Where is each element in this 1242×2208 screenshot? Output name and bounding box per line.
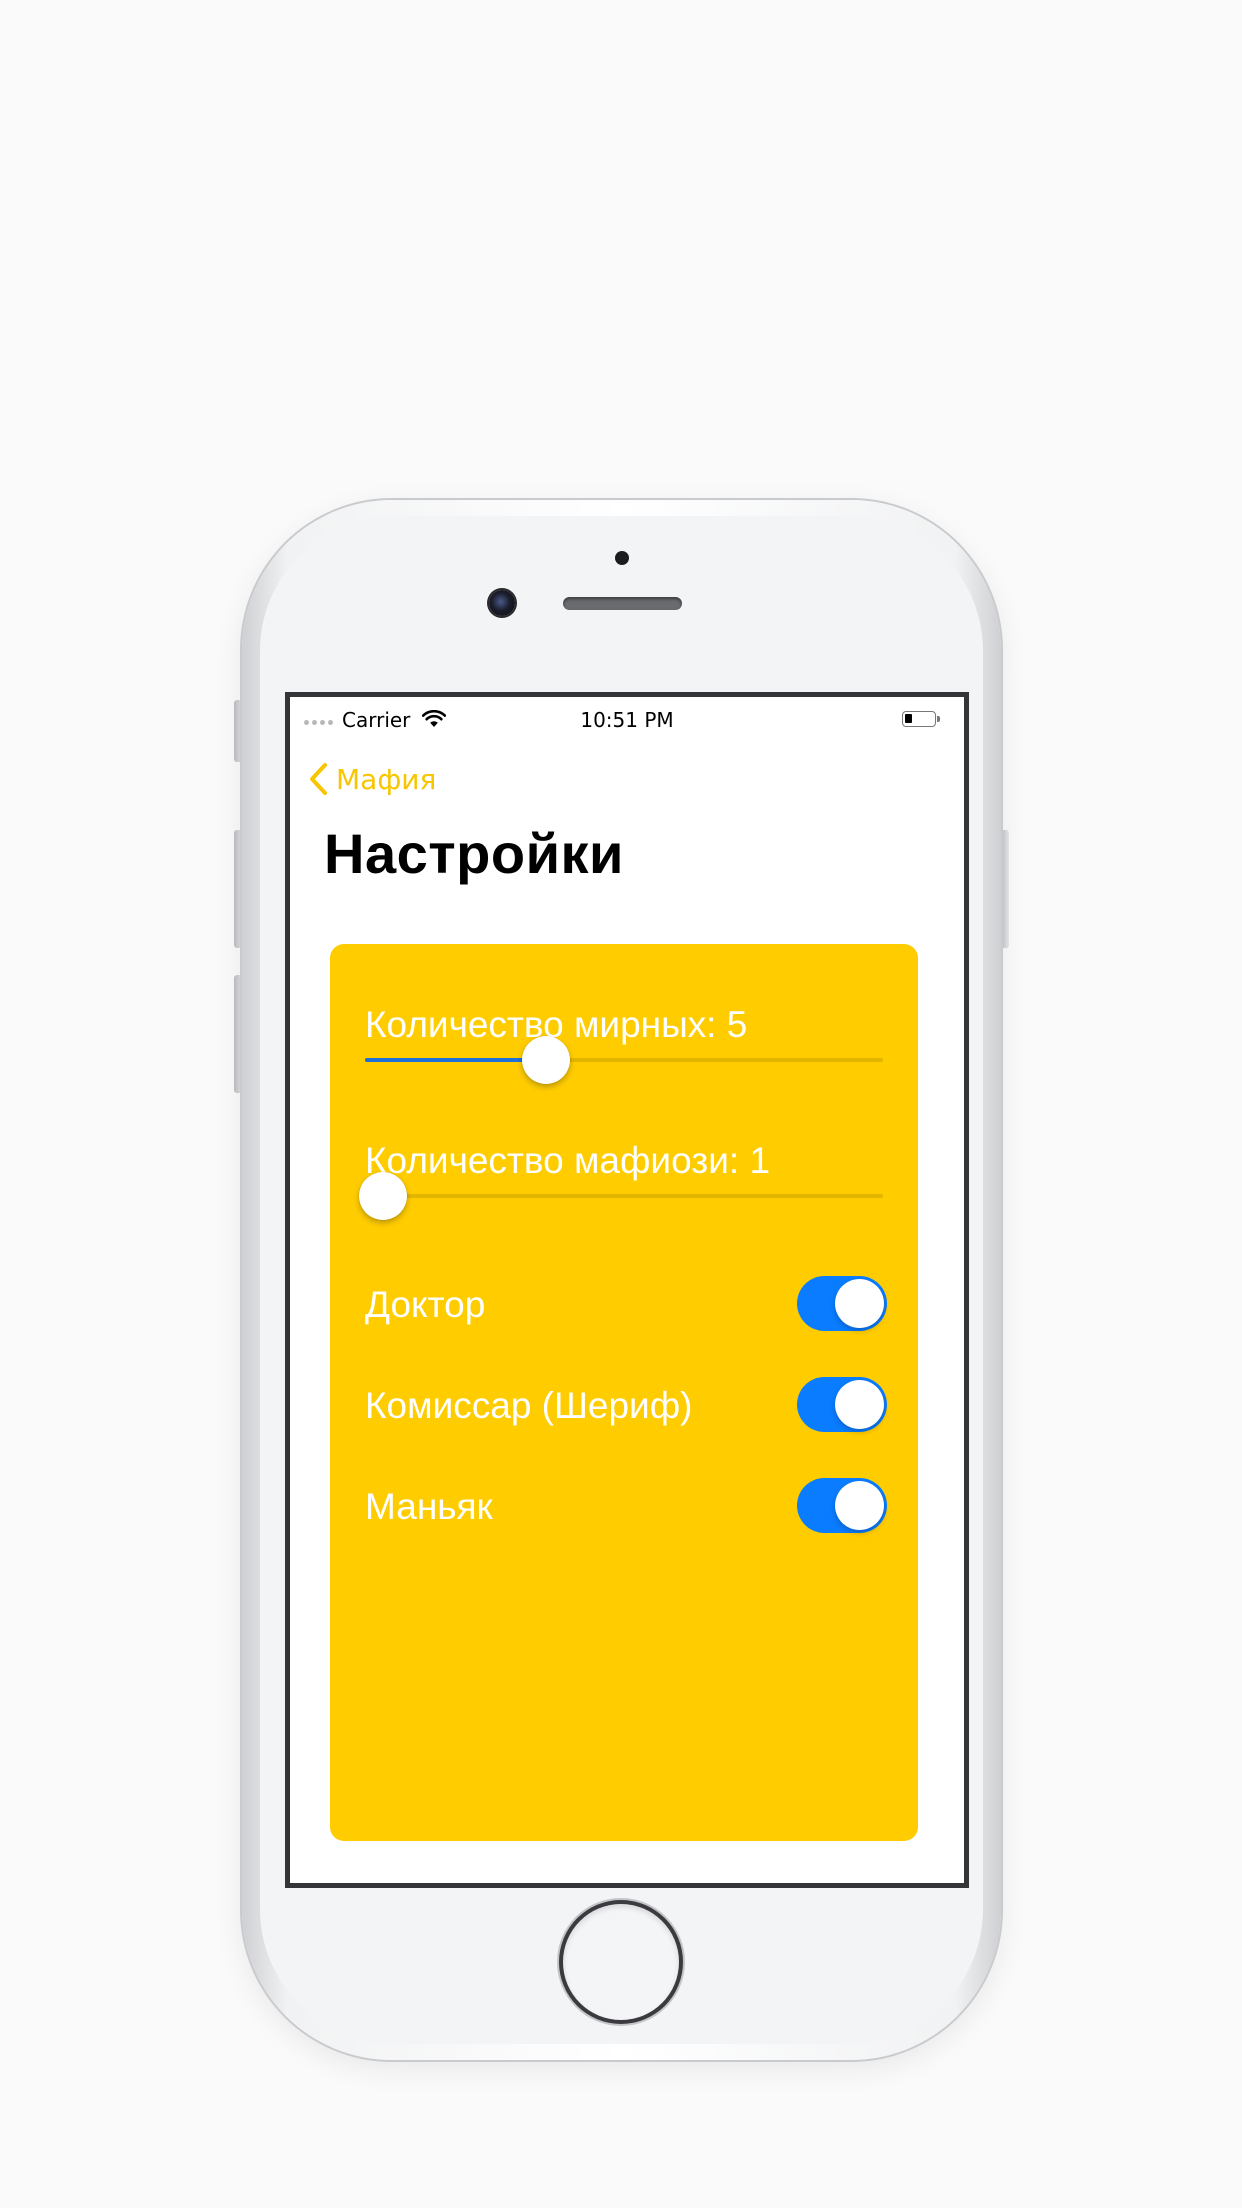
- maniac-row: Маньяк: [365, 1478, 887, 1538]
- app-screen: Carrier 10:51 PM Мафия Настройки Количес…: [285, 692, 969, 1888]
- civilians-slider-thumb[interactable]: [522, 1036, 571, 1084]
- status-time: 10:51 PM: [580, 708, 674, 732]
- page-title: Настройки: [324, 822, 624, 885]
- mafia-count-label: Количество мафиози: 1: [365, 1140, 771, 1181]
- proximity-sensor: [615, 551, 629, 565]
- civilians-slider-fill: [365, 1058, 547, 1062]
- settings-card: Количество мирных: 5 Количество мафиози:…: [330, 944, 918, 1841]
- mafia-slider-thumb[interactable]: [358, 1172, 407, 1220]
- earpiece-speaker: [563, 597, 682, 610]
- mafia-slider[interactable]: [358, 1172, 883, 1220]
- front-camera-icon: [489, 590, 515, 616]
- maniac-toggle[interactable]: [797, 1478, 887, 1533]
- doctor-label: Доктор: [365, 1284, 486, 1325]
- home-button[interactable]: [563, 1904, 679, 2020]
- device-frame: Carrier 10:51 PM Мафия Настройки Количес…: [0, 0, 1242, 2208]
- doctor-row: Доктор: [365, 1276, 887, 1336]
- back-button[interactable]: Мафия: [308, 757, 436, 801]
- civilians-slider[interactable]: [365, 1036, 883, 1084]
- sheriff-row: Комиссар (Шериф): [365, 1377, 887, 1437]
- sheriff-label: Комиссар (Шериф): [365, 1385, 693, 1426]
- battery-icon: [902, 711, 940, 727]
- status-bar: Carrier 10:51 PM: [290, 697, 964, 737]
- sheriff-toggle-knob: [835, 1380, 884, 1429]
- power-button: [1000, 830, 1009, 948]
- sheriff-toggle[interactable]: [797, 1377, 887, 1432]
- maniac-label: Маньяк: [365, 1486, 493, 1527]
- doctor-toggle-knob: [835, 1279, 884, 1328]
- doctor-toggle[interactable]: [797, 1276, 887, 1331]
- back-button-label: Мафия: [336, 762, 437, 796]
- battery-level: [905, 714, 912, 723]
- maniac-toggle-knob: [835, 1481, 884, 1530]
- chevron-left-icon: [310, 763, 327, 795]
